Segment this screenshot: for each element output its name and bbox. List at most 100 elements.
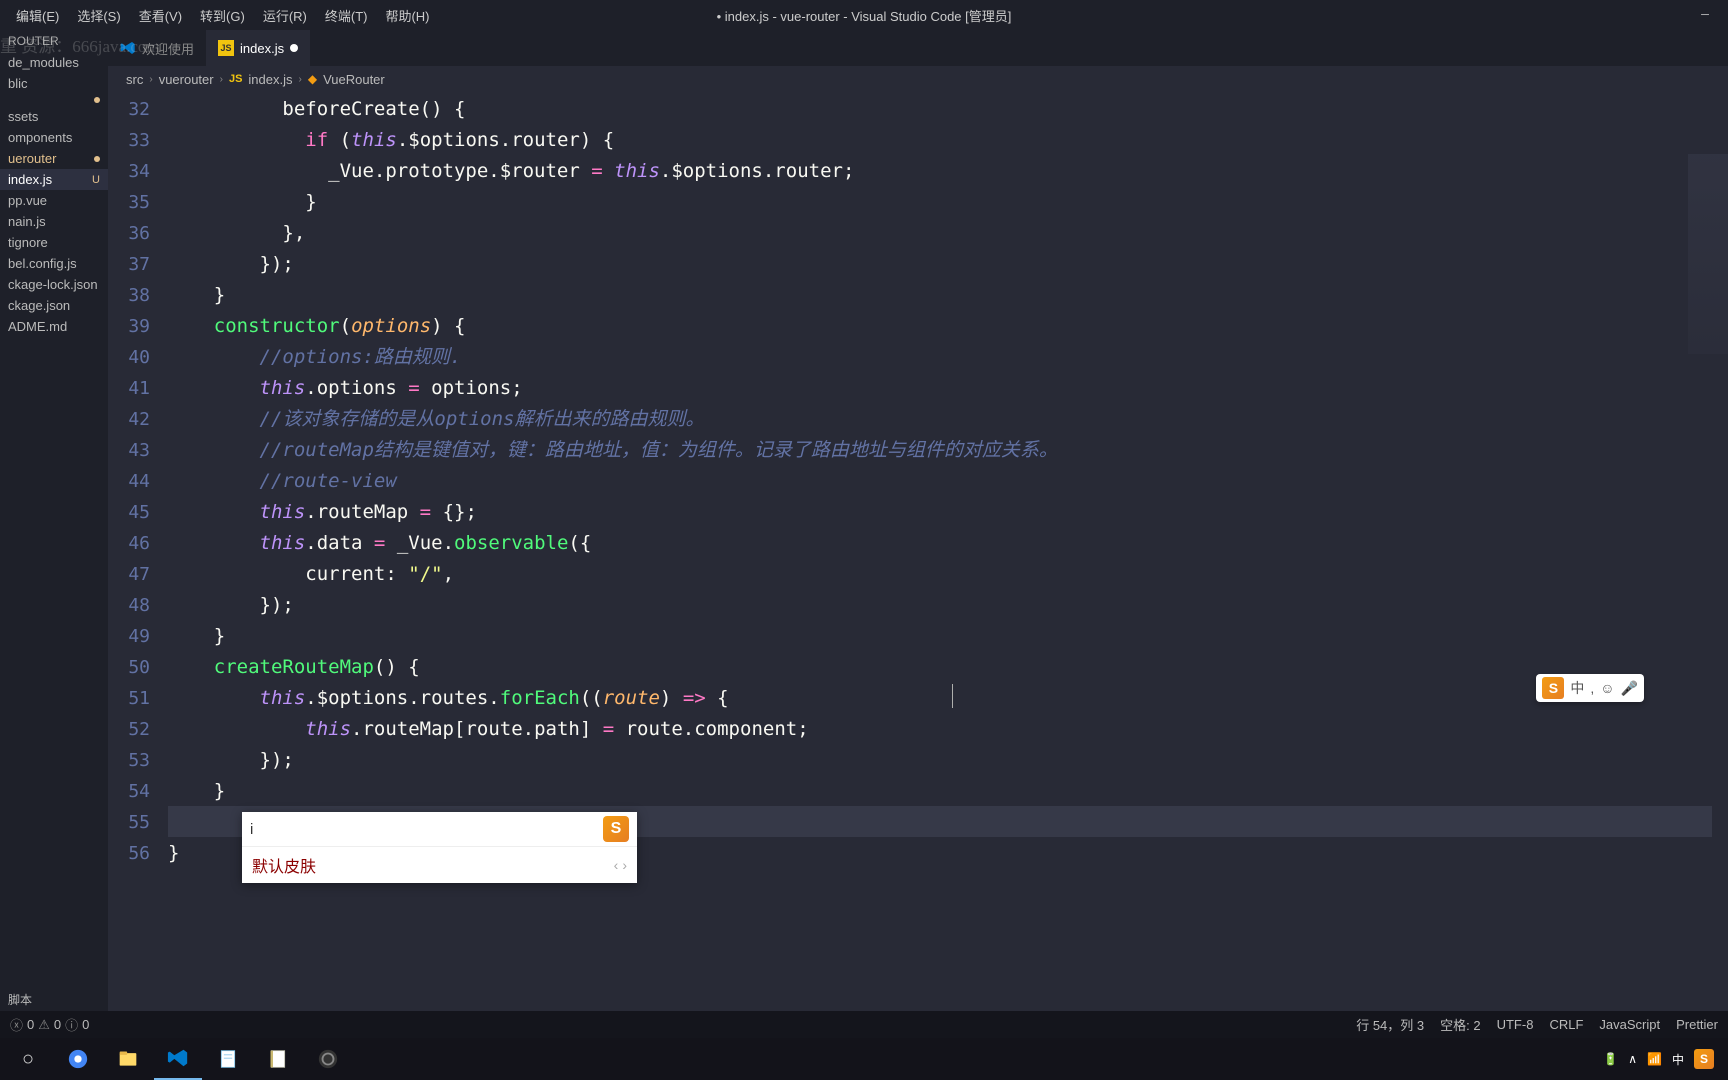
file-label: ADME.md (8, 319, 67, 334)
info-icon: ⓘ (65, 1015, 78, 1034)
file-label: bel.config.js (8, 256, 77, 271)
ime-candidate[interactable]: 默认皮肤 (252, 853, 316, 877)
breadcrumb-item[interactable]: vuerouter (159, 72, 214, 87)
file-label: uerouter (8, 151, 56, 166)
menu-item[interactable]: 编辑(E) (8, 2, 67, 29)
ime-input-text: i (250, 821, 253, 838)
status-line-col[interactable]: 行 54，列 3 (1356, 1015, 1424, 1034)
file-label: de_modules (8, 55, 79, 70)
file-tree-item[interactable]: ckage.json (0, 295, 108, 316)
warning-icon: ⚠ (38, 1017, 50, 1033)
tab-label: 欢迎使用 (142, 39, 194, 58)
ime-toolbar-logo-icon: S (1542, 677, 1564, 699)
file-label: nain.js (8, 214, 46, 229)
file-label: pp.vue (8, 193, 47, 208)
file-tree-item[interactable]: blic (0, 73, 108, 94)
file-tree-item[interactable]: bel.config.js (0, 253, 108, 274)
ime-toolbar-item[interactable]: 中 (1570, 678, 1584, 698)
file-modified-dot-icon (94, 156, 100, 162)
file-label: ssets (8, 109, 38, 124)
status-prettier[interactable]: Prettier (1676, 1015, 1718, 1034)
window-controls: ─ (1682, 0, 1728, 30)
status-spaces[interactable]: 空格: 2 (1440, 1015, 1480, 1034)
ime-nav[interactable]: ‹ › (614, 857, 627, 873)
chrome-icon[interactable] (54, 1038, 102, 1080)
ime-next-icon[interactable]: › (622, 857, 627, 873)
text-cursor (952, 684, 953, 708)
statusbar: ⓧ 0 ⚠ 0 ⓘ 0 行 54，列 3 空格: 2 UTF-8 CRLF Ja… (0, 1011, 1728, 1038)
file-tree-item[interactable]: de_modules (0, 52, 108, 73)
ime-prev-icon[interactable]: ‹ (614, 857, 619, 873)
file-tree-item[interactable]: ssets (0, 106, 108, 127)
file-tree-item[interactable]: pp.vue (0, 190, 108, 211)
tab-dirty-dot-icon (290, 44, 298, 52)
file-tree-item[interactable]: uerouter (0, 148, 108, 169)
editor-tab[interactable]: 欢迎使用 (108, 30, 206, 66)
file-tree-item[interactable]: omponents (0, 127, 108, 148)
file-modified-dot-icon (94, 97, 100, 103)
file-tree-item[interactable]: nain.js (0, 211, 108, 232)
menu-item[interactable]: 帮助(H) (377, 2, 437, 29)
status-encoding[interactable]: UTF-8 (1497, 1015, 1534, 1034)
ime-toolbar-item[interactable]: , (1590, 680, 1594, 696)
file-tree-item[interactable]: ckage-lock.json (0, 274, 108, 295)
npm-panel-line: 脚本 (0, 988, 108, 1011)
window-title: • index.js - vue-router - Visual Studio … (717, 6, 1012, 25)
file-tree-item[interactable]: index.js U (0, 169, 108, 190)
breadcrumb-item[interactable]: index.js (248, 72, 292, 87)
vscode-icon[interactable] (154, 1038, 202, 1080)
file-status-badge: U (92, 174, 100, 186)
breadcrumb-item[interactable]: VueRouter (323, 72, 385, 87)
menu-item[interactable]: 运行(R) (255, 2, 315, 29)
tray-wifi-icon[interactable]: 📶 (1647, 1052, 1662, 1066)
menu-item[interactable]: 查看(V) (131, 2, 190, 29)
obs-icon[interactable] (304, 1038, 352, 1080)
editor-tab[interactable]: JS index.js (206, 30, 310, 66)
npm-scripts-panel[interactable]: 脚本 (0, 982, 108, 1011)
tray-up-icon[interactable]: ∧ (1628, 1052, 1637, 1066)
file-label: index.js (8, 172, 52, 187)
windows-taskbar[interactable]: ○ 🔋 ∧ 📶 中 S (0, 1038, 1728, 1080)
chevron-right-icon: › (299, 74, 302, 85)
tray-ime-icon[interactable]: 中 (1672, 1051, 1684, 1068)
file-explorer-icon[interactable] (104, 1038, 152, 1080)
status-language[interactable]: JavaScript (1599, 1015, 1660, 1034)
breadcrumb[interactable]: src › vuerouter › JS index.js › ◆ VueRouter (108, 66, 1728, 92)
ime-toolbar-item[interactable]: ☺ (1600, 680, 1614, 696)
file-label: ckage.json (8, 298, 70, 313)
tray-sogou-icon[interactable]: S (1694, 1049, 1714, 1069)
menu-item[interactable]: 转到(G) (192, 2, 253, 29)
js-file-icon: JS (229, 73, 242, 85)
file-tree-item[interactable] (0, 94, 108, 106)
file-tree-item[interactable]: ADME.md (0, 316, 108, 337)
tab-label: index.js (240, 41, 284, 56)
menu-item[interactable]: 终端(T) (317, 2, 376, 29)
breadcrumb-item[interactable]: src (126, 72, 143, 87)
menubar: 编辑(E)选择(S)查看(V)转到(G)运行(R)终端(T)帮助(H) (0, 2, 438, 29)
file-label: tignore (8, 235, 48, 250)
file-tree-item[interactable]: tignore (0, 232, 108, 253)
class-symbol-icon: ◆ (308, 72, 317, 86)
minimap[interactable] (1688, 154, 1728, 354)
chevron-right-icon: › (220, 74, 223, 85)
notepad2-icon[interactable] (254, 1038, 302, 1080)
editor-tabs: 欢迎使用 JS index.js (108, 30, 1728, 66)
status-eol[interactable]: CRLF (1549, 1015, 1583, 1034)
ime-popup[interactable]: i S 默认皮肤 ‹ › (242, 812, 637, 883)
vscode-icon (120, 40, 136, 56)
menu-item[interactable]: 选择(S) (69, 2, 128, 29)
js-file-icon: JS (218, 40, 234, 56)
floating-ime-toolbar[interactable]: S 中 , ☺ 🎤 (1536, 674, 1644, 702)
status-errors[interactable]: ⓧ 0 ⚠ 0 ⓘ 0 (10, 1015, 89, 1034)
notepad-icon[interactable] (204, 1038, 252, 1080)
cortana-icon[interactable]: ○ (4, 1038, 52, 1080)
minimize-button[interactable]: ─ (1682, 0, 1728, 30)
file-explorer-sidebar[interactable]: ROUTER de_modulesblic ssets omponents uerou… (0, 30, 108, 1011)
tray-battery-icon[interactable]: 🔋 (1603, 1052, 1618, 1066)
line-number-gutter: 3233343536373839404142434445464748495051… (108, 92, 168, 1011)
ime-toolbar-item[interactable]: 🎤 (1621, 680, 1638, 697)
sidebar-header: ROUTER (0, 30, 108, 52)
file-label: ckage-lock.json (8, 277, 98, 292)
titlebar: 编辑(E)选择(S)查看(V)转到(G)运行(R)终端(T)帮助(H) • in… (0, 0, 1728, 30)
chevron-right-icon: › (149, 74, 152, 85)
